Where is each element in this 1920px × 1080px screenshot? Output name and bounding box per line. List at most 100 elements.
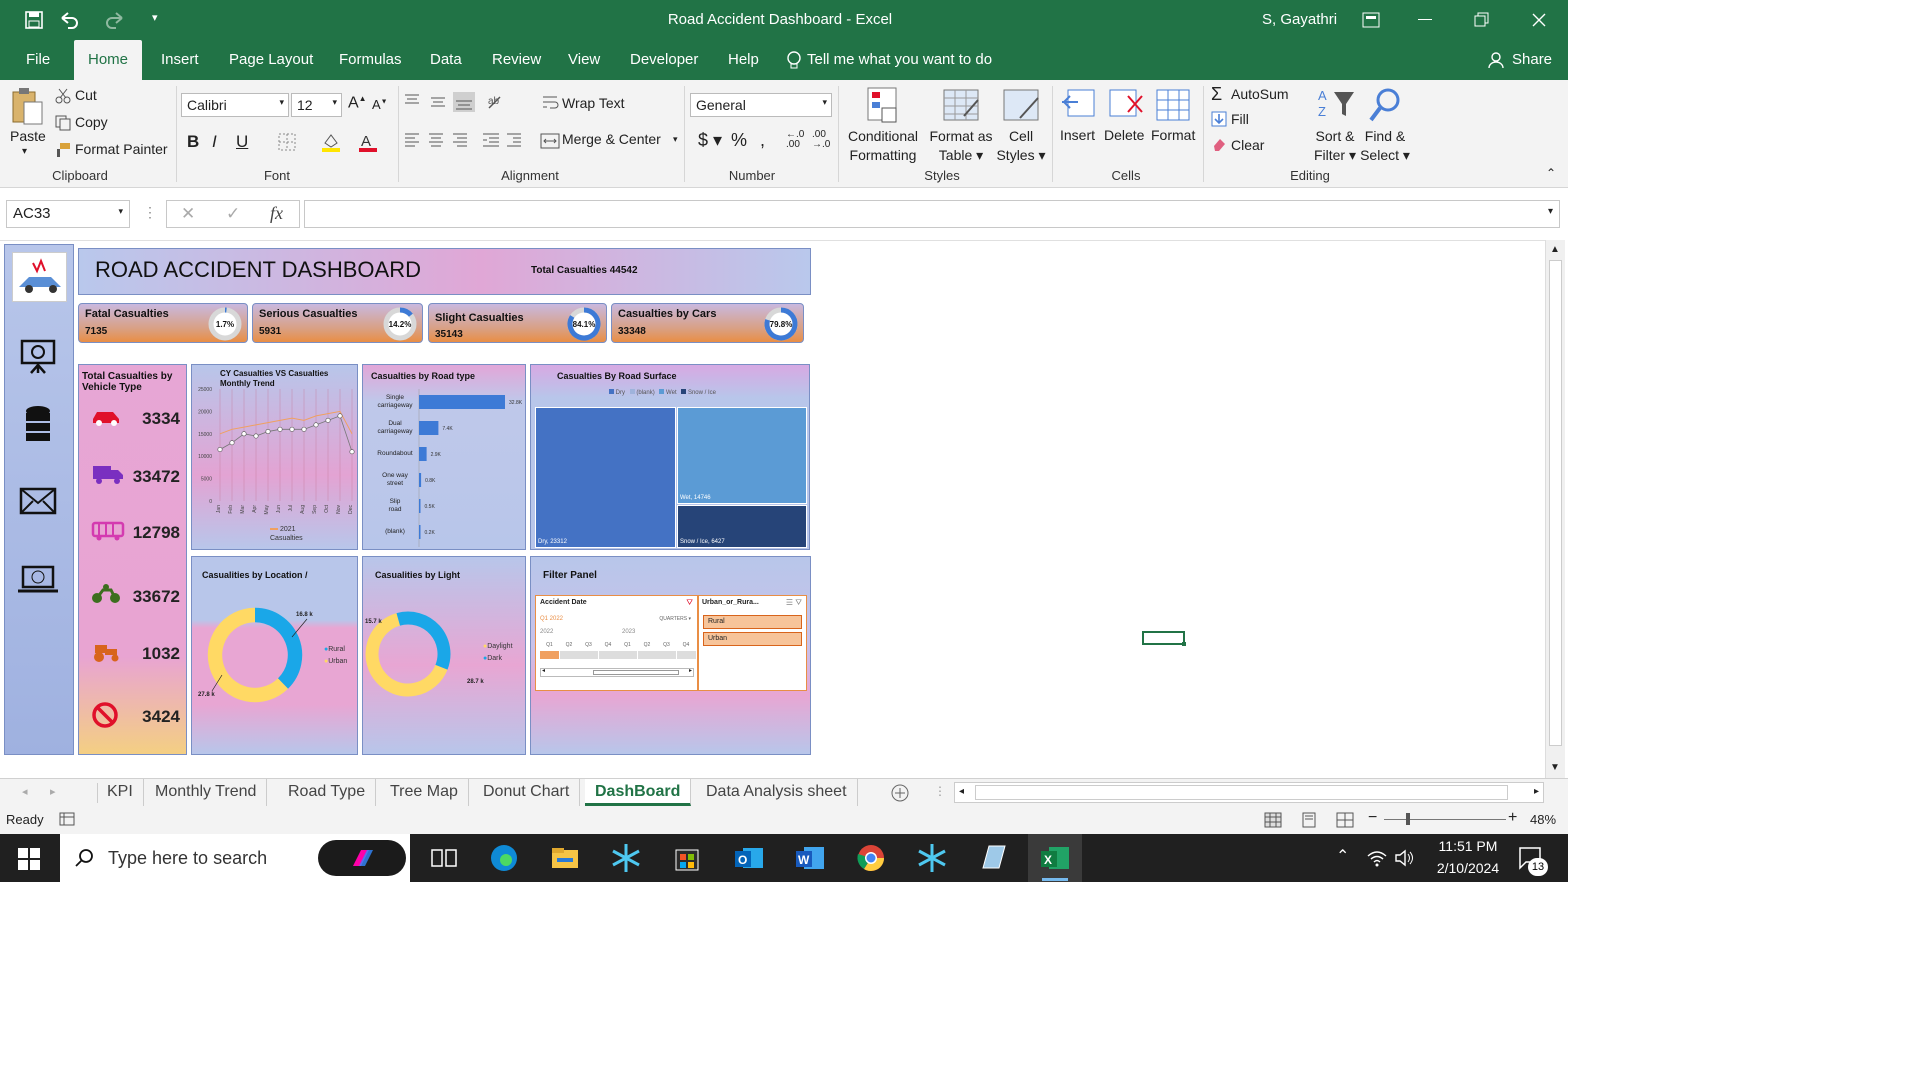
timeline-scrollbar[interactable]: ◂ ▸ <box>540 668 694 677</box>
excel-taskbar-active[interactable]: X <box>1028 834 1082 882</box>
timeline-quarter[interactable]: Q2 <box>559 642 579 662</box>
orientation-icon[interactable]: ab <box>486 92 514 112</box>
sort-filter-button[interactable]: Sort & Filter ▾ <box>1312 127 1358 165</box>
kpi-card-slight[interactable]: Slight Casualties 35143 84.1% <box>428 303 607 343</box>
comma-icon[interactable]: , <box>760 130 765 151</box>
database-icon[interactable] <box>23 405 53 445</box>
share-icon[interactable] <box>1487 51 1505 69</box>
percent-icon[interactable]: % <box>731 130 747 151</box>
redo-icon[interactable] <box>104 10 126 30</box>
tab-file[interactable]: File <box>12 40 64 80</box>
font-name-select[interactable]: Calibri ▾ <box>181 93 289 117</box>
merge-center-button[interactable]: Merge & Center <box>562 131 661 147</box>
cancel-formula-icon[interactable]: ✕ <box>181 204 195 224</box>
paste-icon[interactable] <box>10 86 44 126</box>
enter-formula-icon[interactable]: ✓ <box>226 204 240 224</box>
timeline-quarter[interactable]: Q2 <box>637 642 657 662</box>
taskbar-search[interactable]: Type here to search <box>60 834 410 882</box>
sheet-tab-data-analysis[interactable]: Data Analysis sheet <box>696 779 858 806</box>
show-hidden-icons[interactable]: ⌃ <box>1336 846 1349 866</box>
tell-me-search[interactable]: Tell me what you want to do <box>807 51 992 68</box>
mail-icon[interactable] <box>19 487 57 515</box>
tab-home[interactable]: Home <box>74 40 143 80</box>
close-icon[interactable] <box>1531 12 1547 28</box>
increase-decimal-icon[interactable]: ←.0.00 <box>786 130 804 150</box>
snowflake-app-icon-2[interactable] <box>916 842 948 874</box>
timeline-quarter[interactable]: Q4 <box>676 642 696 662</box>
timeline-level[interactable]: QUARTERS ▾ <box>659 616 691 622</box>
chrome-icon[interactable] <box>855 842 887 874</box>
wrap-text-button[interactable]: Wrap Text <box>562 95 625 111</box>
page-break-view-icon[interactable] <box>1336 812 1354 828</box>
notepad-app-icon[interactable] <box>977 842 1009 874</box>
bold-button[interactable]: B <box>187 132 199 152</box>
formula-input[interactable]: ▾ <box>304 200 1560 228</box>
merge-dropdown-icon[interactable]: ▾ <box>673 134 678 145</box>
file-explorer-icon[interactable] <box>549 842 581 874</box>
sheet-tab-tree-map[interactable]: Tree Map <box>380 779 469 806</box>
kpi-card-serious[interactable]: Serious Casualties 5931 14.2% <box>252 303 423 343</box>
tab-review[interactable]: Review <box>478 40 555 80</box>
next-sheet-icon[interactable]: ▸ <box>50 785 56 798</box>
currency-icon[interactable]: $ ▾ <box>698 130 722 151</box>
share-button[interactable]: Share <box>1512 51 1552 68</box>
tab-developer[interactable]: Developer <box>616 40 712 80</box>
user-name[interactable]: S, Gayathri <box>1262 11 1337 28</box>
slicer-option-rural[interactable]: Rural <box>703 615 802 629</box>
sheet-tab-monthly-trend[interactable]: Monthly Trend <box>145 779 268 806</box>
outlook-icon[interactable]: O <box>733 842 765 874</box>
timeline-quarter[interactable]: Q4 <box>598 642 618 662</box>
sheet-tab-kpi[interactable]: KPI <box>97 779 144 806</box>
autosum-button[interactable]: AutoSum <box>1231 86 1289 102</box>
clock-time[interactable]: 11:51 PM <box>1420 838 1516 854</box>
timeline-quarter[interactable]: Q3 <box>657 642 676 662</box>
tab-page-layout[interactable]: Page Layout <box>215 40 327 80</box>
collapse-ribbon-icon[interactable]: ⌃ <box>1546 166 1556 180</box>
cell-styles-button[interactable]: Cell Styles ▾ <box>996 127 1046 165</box>
normal-view-icon[interactable] <box>1264 812 1282 828</box>
italic-button[interactable]: I <box>212 132 217 152</box>
page-layout-view-icon[interactable] <box>1300 812 1318 828</box>
format-button[interactable]: Format <box>1151 127 1195 143</box>
laptop-icon[interactable] <box>17 565 59 595</box>
ribbon-display-icon[interactable] <box>1362 12 1380 28</box>
timeline-slicer[interactable]: Accident Date ⛛ Q1 2022 QUARTERS ▾ 2022 … <box>535 595 698 691</box>
clear-button[interactable]: Clear <box>1231 137 1264 153</box>
tab-formulas[interactable]: Formulas <box>325 40 416 80</box>
cut-button[interactable]: Cut <box>75 87 97 103</box>
wifi-icon[interactable] <box>1366 848 1388 868</box>
windows-start-icon[interactable] <box>18 848 40 870</box>
copy-button[interactable]: Copy <box>75 114 108 130</box>
kpi-card-cars[interactable]: Casualties by Cars 33348 79.8% <box>611 303 804 343</box>
microsoft-store-icon[interactable] <box>671 842 703 874</box>
tab-insert[interactable]: Insert <box>147 40 213 80</box>
borders-icon[interactable] <box>278 133 298 151</box>
insert-button[interactable]: Insert <box>1060 127 1095 143</box>
delete-button[interactable]: Delete <box>1104 127 1144 143</box>
insert-function-icon[interactable]: fx <box>270 203 283 224</box>
multi-select-icon[interactable]: ☰ ⛛ <box>786 598 802 608</box>
paste-button[interactable]: Paste <box>10 128 46 144</box>
sheet-tab-road-type[interactable]: Road Type <box>278 779 377 806</box>
clock-date[interactable]: 2/10/2024 <box>1420 860 1516 876</box>
slicer-option-urban[interactable]: Urban <box>703 632 802 646</box>
kpi-card-fatal[interactable]: Fatal Casualties 7135 1.7% <box>78 303 248 343</box>
conditional-formatting-button[interactable]: Conditional Formatting <box>846 127 920 165</box>
increase-font-icon[interactable]: A▲ <box>348 94 367 112</box>
sheet-tab-donut-chart[interactable]: Donut Chart <box>473 779 581 806</box>
undo-icon[interactable] <box>58 10 80 30</box>
fill-color-icon[interactable] <box>320 131 342 153</box>
treemap-dry[interactable]: Dry, 23312 <box>535 407 676 548</box>
horizontal-scrollbar[interactable]: ◂ ▸ <box>954 782 1544 803</box>
timeline-quarter[interactable]: Q1 <box>618 642 637 662</box>
copilot-icon[interactable] <box>318 840 406 876</box>
selected-cell[interactable] <box>1142 631 1186 646</box>
timeline-quarters[interactable]: Q1 Q2 Q3 Q4 Q1 Q2 Q3 Q4 <box>540 642 696 662</box>
zoom-in-icon[interactable]: + <box>1508 809 1517 827</box>
tab-help[interactable]: Help <box>714 40 773 80</box>
tab-splitter-icon[interactable]: ⋮ <box>934 784 946 798</box>
underline-button[interactable]: U <box>236 132 248 152</box>
minimize-icon[interactable] <box>1418 19 1432 20</box>
zoom-level[interactable]: 48% <box>1530 812 1556 827</box>
treemap-wet[interactable]: Wet, 14746 <box>677 407 807 504</box>
